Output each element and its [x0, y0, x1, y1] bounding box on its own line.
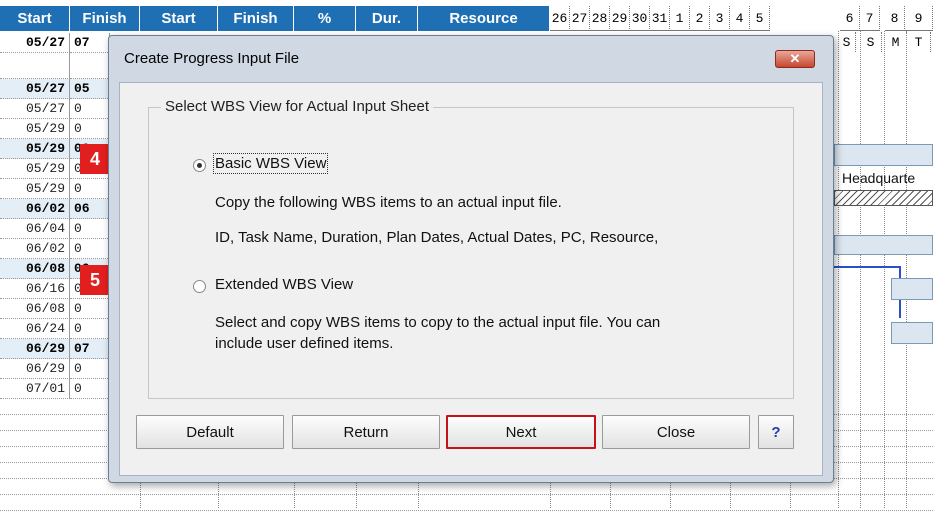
day-header: 5	[750, 6, 770, 31]
day-header: 29	[610, 6, 630, 31]
header-start: Start	[0, 6, 70, 31]
day-header: 4	[730, 6, 750, 31]
table-cell-finish[interactable]: 05	[70, 79, 110, 99]
day-header: 2	[690, 6, 710, 31]
radio-selected-dot	[197, 163, 202, 168]
day-header: 1	[670, 6, 690, 31]
gantt-bar-label: Headquarte	[842, 170, 916, 186]
step-callout-4: 4	[80, 144, 110, 174]
group-label: Select WBS View for Actual Input Sheet	[161, 98, 434, 115]
dialog-title: Create Progress Input File	[124, 49, 300, 67]
table-cell-start[interactable]: 06/08	[0, 299, 70, 319]
header-duration: Dur.	[356, 6, 418, 31]
table-cell-start[interactable]: 05/27	[0, 99, 70, 119]
dialog-titlebar[interactable]: Create Progress Input File ✕	[109, 36, 833, 80]
table-cell-start[interactable]: 05/27	[0, 33, 70, 53]
day-header: 6	[840, 6, 860, 31]
dependency-line	[834, 266, 900, 268]
day-of-week: T	[907, 32, 931, 52]
header-finish-2: Finish	[218, 6, 294, 31]
table-cell-start[interactable]: 07/01	[0, 379, 70, 399]
basic-wbs-items: ID, Task Name, Duration, Plan Dates, Act…	[215, 229, 659, 246]
table-cell-finish[interactable]: 0	[70, 299, 110, 319]
table-cell-start[interactable]	[0, 53, 70, 79]
table-cell-finish[interactable]: 0	[70, 179, 110, 199]
header-start-2: Start	[140, 6, 218, 31]
create-progress-dialog: Create Progress Input File ✕ Select WBS …	[108, 35, 834, 483]
table-cell-start[interactable]: 05/29	[0, 179, 70, 199]
table-cell-finish[interactable]	[70, 53, 110, 79]
table-cell-start[interactable]: 06/24	[0, 319, 70, 339]
day-of-week: M	[885, 32, 907, 52]
day-header: 9	[905, 6, 933, 31]
table-cell-start[interactable]: 06/02	[0, 239, 70, 259]
table-cell-finish[interactable]: 07	[70, 339, 110, 359]
table-cell-start[interactable]: 05/29	[0, 139, 70, 159]
basic-wbs-description: Copy the following WBS items to an actua…	[215, 194, 562, 211]
extended-wbs-description-1: Select and copy WBS items to copy to the…	[215, 314, 661, 331]
table-cell-finish[interactable]: 0	[70, 319, 110, 339]
gantt-bar	[891, 322, 933, 344]
header-resource: Resource	[418, 6, 550, 31]
day-of-week: S	[838, 32, 856, 52]
table-cell-finish[interactable]: 0	[70, 99, 110, 119]
day-header: 31	[650, 6, 670, 31]
table-cell-start[interactable]: 06/29	[0, 359, 70, 379]
day-header: 28	[590, 6, 610, 31]
day-of-week: S	[860, 32, 882, 52]
table-cell-start[interactable]: 06/29	[0, 339, 70, 359]
table-cell-finish[interactable]: 0	[70, 219, 110, 239]
day-header: 30	[630, 6, 650, 31]
day-header: 8	[885, 6, 905, 31]
header-finish: Finish	[70, 6, 140, 31]
gantt-bar	[834, 144, 933, 166]
table-cell-start[interactable]: 05/29	[0, 119, 70, 139]
close-icon[interactable]: ✕	[775, 50, 815, 68]
day-header: 3	[710, 6, 730, 31]
table-cell-start[interactable]: 06/08	[0, 259, 70, 279]
gantt-bar	[891, 278, 933, 300]
day-header: 27	[570, 6, 590, 31]
close-button[interactable]: Close	[602, 415, 750, 449]
table-cell-start[interactable]: 06/16	[0, 279, 70, 299]
table-cell-start[interactable]: 06/02	[0, 199, 70, 219]
dialog-body: Select WBS View for Actual Input Sheet B…	[119, 82, 823, 476]
table-cell-finish[interactable]: 06	[70, 199, 110, 219]
table-cell-start[interactable]: 05/29	[0, 159, 70, 179]
default-button[interactable]: Default	[136, 415, 284, 449]
help-button[interactable]: ?	[758, 415, 794, 449]
table-cell-finish[interactable]: 0	[70, 379, 110, 399]
table-cell-finish[interactable]: 07	[70, 33, 110, 53]
extended-wbs-label[interactable]: Extended WBS View	[215, 276, 353, 293]
table-cell-start[interactable]: 05/27	[0, 79, 70, 99]
table-cell-start[interactable]: 06/04	[0, 219, 70, 239]
return-button[interactable]: Return	[292, 415, 440, 449]
extended-wbs-description-2: include user defined items.	[215, 335, 394, 352]
header-percent: %	[294, 6, 356, 31]
basic-wbs-radio[interactable]	[193, 159, 206, 172]
day-header: 7	[860, 6, 880, 31]
gantt-hatched-bar	[834, 190, 933, 206]
step-callout-5: 5	[80, 265, 110, 295]
wbs-view-group: Select WBS View for Actual Input Sheet B…	[148, 98, 794, 399]
extended-wbs-radio[interactable]	[193, 280, 206, 293]
day-header: 26	[550, 6, 570, 31]
next-button[interactable]: Next	[446, 415, 596, 449]
gantt-bar	[834, 235, 933, 255]
table-cell-finish[interactable]: 0	[70, 359, 110, 379]
table-cell-finish[interactable]: 0	[70, 119, 110, 139]
table-cell-finish[interactable]: 0	[70, 239, 110, 259]
basic-wbs-label[interactable]: Basic WBS View	[212, 153, 329, 174]
